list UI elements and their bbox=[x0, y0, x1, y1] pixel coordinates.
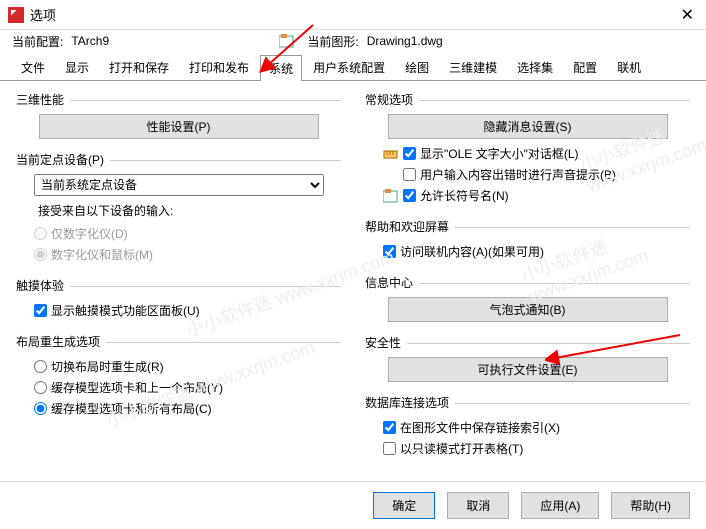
beep-error-label: 用户输入内容出错时进行声音提示(B) bbox=[420, 166, 616, 183]
perf-settings-button[interactable]: 性能设置(P) bbox=[39, 114, 319, 139]
accept-input-label: 接受来自以下设备的输入: bbox=[34, 202, 341, 219]
balloon-button[interactable]: 气泡式通知(B) bbox=[388, 297, 668, 322]
touch-ribbon-label: 显示触摸模式功能区面板(U) bbox=[51, 302, 200, 319]
group-layout-regen: 布局重生成选项 切换布局时重生成(R) 缓存模型选项卡和上一个布局(Y) 缓存模… bbox=[16, 333, 341, 419]
long-names-label: 允许长符号名(N) bbox=[420, 187, 509, 204]
digitizer-only-radio bbox=[34, 227, 47, 240]
right-column: 常规选项 隐藏消息设置(S) 显示"OLE 文字大小"对话框(L) 用户输入内容… bbox=[365, 91, 690, 471]
spacer-icon bbox=[383, 168, 399, 182]
cache-all-label: 缓存模型选项卡和所有布局(C) bbox=[51, 400, 212, 417]
config-row: 当前配置: TArch9 当前图形: Drawing1.dwg bbox=[0, 30, 706, 52]
tab-open-save[interactable]: 打开和保存 bbox=[100, 54, 178, 80]
drawing-icon bbox=[279, 34, 295, 48]
group-help: 帮助和欢迎屏幕 访问联机内容(A)(如果可用) bbox=[365, 218, 690, 262]
store-links-label: 在图形文件中保存链接索引(X) bbox=[400, 419, 560, 436]
tab-profile[interactable]: 配置 bbox=[564, 54, 606, 80]
regen-switch-radio[interactable] bbox=[34, 360, 47, 373]
ole-dialog-label: 显示"OLE 文字大小"对话框(L) bbox=[420, 145, 579, 162]
tab-online[interactable]: 联机 bbox=[608, 54, 650, 80]
digitizer-mouse-radio bbox=[34, 248, 47, 261]
regen-switch-label: 切换布局时重生成(R) bbox=[51, 358, 164, 375]
tab-3d[interactable]: 三维建模 bbox=[440, 54, 506, 80]
window-title: 选项 bbox=[30, 5, 56, 24]
tab-display[interactable]: 显示 bbox=[56, 54, 98, 80]
pointing-title: 当前定点设备(P) bbox=[16, 153, 110, 167]
tab-print[interactable]: 打印和发布 bbox=[180, 54, 258, 80]
tab-drafting[interactable]: 绘图 bbox=[396, 54, 438, 80]
db-title: 数据库连接选项 bbox=[365, 396, 455, 410]
hidden-msg-button[interactable]: 隐藏消息设置(S) bbox=[388, 114, 668, 139]
group-general: 常规选项 隐藏消息设置(S) 显示"OLE 文字大小"对话框(L) 用户输入内容… bbox=[365, 91, 690, 206]
left-column: 三维性能 性能设置(P) 当前定点设备(P) 当前系统定点设备 接受来自以下设备… bbox=[16, 91, 341, 471]
perf-title: 三维性能 bbox=[16, 93, 70, 107]
drawing-small-icon bbox=[383, 189, 399, 203]
current-drawing-value: Drawing1.dwg bbox=[367, 34, 567, 48]
touch-title: 触摸体验 bbox=[16, 279, 70, 293]
tab-system[interactable]: 系统 bbox=[260, 55, 302, 81]
long-names-checkbox[interactable] bbox=[403, 189, 416, 202]
group-security: 安全性 可执行文件设置(E) bbox=[365, 334, 690, 382]
group-3d-performance: 三维性能 性能设置(P) bbox=[16, 91, 341, 139]
tab-bar: 文件 显示 打开和保存 打印和发布 系统 用户系统配置 绘图 三维建模 选择集 … bbox=[0, 54, 706, 81]
store-links-checkbox[interactable] bbox=[383, 421, 396, 434]
tab-user[interactable]: 用户系统配置 bbox=[304, 54, 394, 80]
close-button[interactable]: ✕ bbox=[677, 5, 698, 25]
current-config-label: 当前配置: bbox=[12, 33, 63, 50]
group-pointing-device: 当前定点设备(P) 当前系统定点设备 接受来自以下设备的输入: 仅数字化仪(D)… bbox=[16, 151, 341, 265]
online-content-checkbox[interactable] bbox=[383, 245, 396, 258]
ruler-icon bbox=[383, 147, 399, 161]
readonly-tables-label: 以只读模式打开表格(T) bbox=[400, 440, 523, 457]
ole-dialog-checkbox[interactable] bbox=[403, 147, 416, 160]
current-drawing-label: 当前图形: bbox=[307, 33, 358, 50]
footer: 确定 取消 应用(A) 帮助(H) bbox=[0, 481, 706, 529]
content-area: 三维性能 性能设置(P) 当前定点设备(P) 当前系统定点设备 接受来自以下设备… bbox=[0, 81, 706, 481]
group-dbconnect: 数据库连接选项 在图形文件中保存链接索引(X) 以只读模式打开表格(T) bbox=[365, 394, 690, 459]
tab-file[interactable]: 文件 bbox=[12, 54, 54, 80]
touch-ribbon-checkbox[interactable] bbox=[34, 304, 47, 317]
group-infocenter: 信息中心 气泡式通知(B) bbox=[365, 274, 690, 322]
info-title: 信息中心 bbox=[365, 276, 419, 290]
help-title: 帮助和欢迎屏幕 bbox=[365, 220, 455, 234]
app-icon bbox=[8, 7, 24, 23]
security-title: 安全性 bbox=[365, 336, 407, 350]
pointing-device-select[interactable]: 当前系统定点设备 bbox=[34, 174, 324, 196]
tab-selection[interactable]: 选择集 bbox=[508, 54, 562, 80]
cache-last-label: 缓存模型选项卡和上一个布局(Y) bbox=[51, 379, 223, 396]
group-touch: 触摸体验 显示触摸模式功能区面板(U) bbox=[16, 277, 341, 321]
general-title: 常规选项 bbox=[365, 93, 419, 107]
digitizer-mouse-label: 数字化仪和鼠标(M) bbox=[51, 246, 153, 263]
executable-settings-button[interactable]: 可执行文件设置(E) bbox=[388, 357, 668, 382]
cache-last-radio[interactable] bbox=[34, 381, 47, 394]
titlebar: 选项 ✕ bbox=[0, 0, 706, 30]
digitizer-only-label: 仅数字化仪(D) bbox=[51, 225, 128, 242]
beep-error-checkbox[interactable] bbox=[403, 168, 416, 181]
cache-all-radio[interactable] bbox=[34, 402, 47, 415]
current-config-value: TArch9 bbox=[71, 34, 271, 48]
online-content-label: 访问联机内容(A)(如果可用) bbox=[400, 243, 544, 260]
layout-title: 布局重生成选项 bbox=[16, 335, 106, 349]
readonly-tables-checkbox[interactable] bbox=[383, 442, 396, 455]
